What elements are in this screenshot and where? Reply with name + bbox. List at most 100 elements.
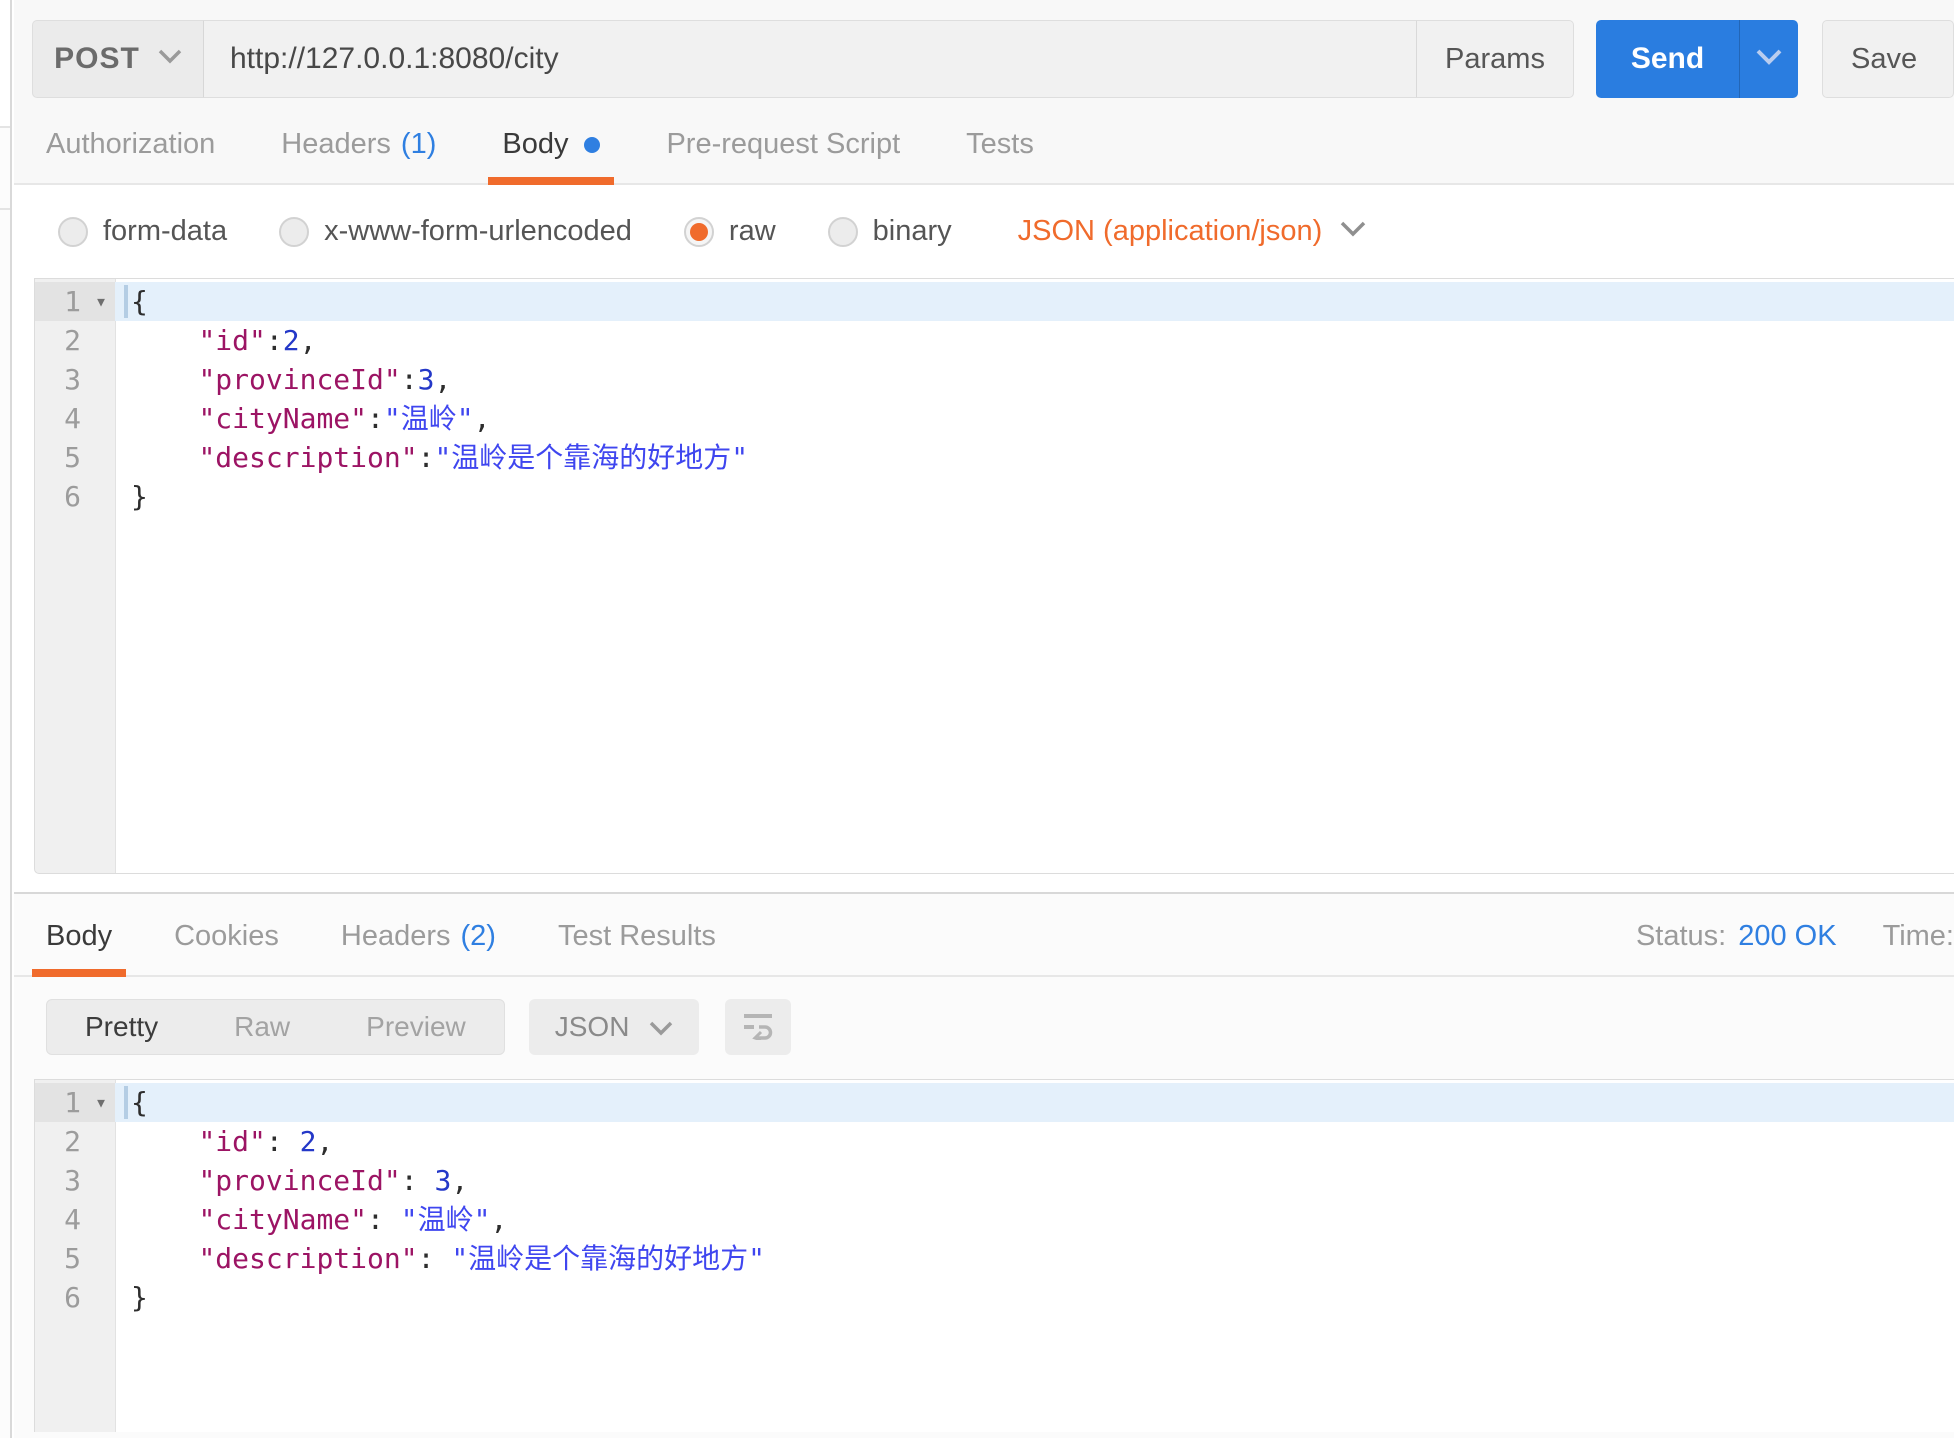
view-raw-button[interactable]: Raw: [196, 1000, 328, 1054]
line-number: 2: [35, 321, 115, 360]
code-line: 1▾{: [35, 1083, 1954, 1122]
content-type-label: JSON (application/json): [1018, 215, 1323, 248]
collapsed-sidebar-edge: [0, 0, 12, 1438]
radio-label: form-data: [103, 215, 227, 248]
line-number: 3: [35, 1161, 115, 1200]
sidebar-edge-segment: [0, 128, 10, 210]
tab-label: Body: [502, 128, 568, 161]
code-line-content[interactable]: {: [115, 282, 1954, 321]
save-button[interactable]: Save: [1822, 20, 1954, 98]
code-line: 2 "id":2,: [35, 321, 1954, 360]
sidebar-edge-segment: [0, 0, 10, 128]
response-tab-test-results[interactable]: Test Results: [558, 920, 716, 975]
line-number: 6: [35, 1278, 115, 1317]
status-label: Status:: [1636, 920, 1726, 953]
code-line-content[interactable]: {: [115, 1083, 1954, 1122]
response-tab-body[interactable]: Body: [46, 920, 112, 975]
line-number: 2: [35, 1122, 115, 1161]
time-label: Time:: [1883, 920, 1954, 953]
code-line-content[interactable]: "provinceId":3,: [115, 360, 1954, 399]
response-panel: Body Cookies Headers (2) Test Results St…: [14, 894, 1954, 1438]
request-body-editor[interactable]: 1▾{2 "id":2,3 "provinceId":3,4 "cityName…: [34, 278, 1954, 874]
radio-selected-icon: [684, 217, 714, 247]
http-method-label: POST: [54, 42, 140, 76]
radio-icon: [279, 217, 309, 247]
chevron-down-icon: [1340, 221, 1366, 242]
radio-label: x-www-form-urlencoded: [324, 215, 632, 248]
http-method-select[interactable]: POST: [32, 20, 204, 98]
code-line-content[interactable]: }: [115, 477, 1954, 516]
response-language-label: JSON: [555, 1011, 630, 1043]
response-language-select[interactable]: JSON: [529, 999, 700, 1055]
response-view-toolbar: Pretty Raw Preview JSON: [14, 977, 1954, 1079]
body-type-selector: form-data x-www-form-urlencoded raw bina…: [14, 185, 1954, 278]
send-button-label[interactable]: Send: [1596, 20, 1740, 98]
fold-toggle-icon[interactable]: ▾: [95, 282, 107, 321]
app-window: POST Params Send: [0, 0, 1954, 1438]
send-button[interactable]: Send: [1596, 20, 1798, 98]
tab-body[interactable]: Body: [502, 128, 600, 183]
chevron-down-icon: [158, 49, 182, 69]
word-wrap-button[interactable]: [725, 999, 791, 1055]
content-type-select[interactable]: JSON (application/json): [1018, 215, 1367, 248]
line-number: 1▾: [35, 282, 115, 321]
tab-label: Pre-request Script: [666, 128, 900, 161]
tab-label: Headers: [341, 920, 451, 953]
params-button-label: Params: [1445, 43, 1545, 76]
code-line-content[interactable]: "cityName":"温岭",: [115, 399, 1954, 438]
body-mode-x-www-form-urlencoded[interactable]: x-www-form-urlencoded: [279, 215, 632, 248]
send-options-caret[interactable]: [1740, 20, 1798, 98]
code-line: 3 "provinceId":3,: [35, 360, 1954, 399]
view-pretty-button[interactable]: Pretty: [47, 1000, 196, 1054]
request-url-row: POST Params Send: [32, 20, 1954, 98]
response-tab-headers[interactable]: Headers (2): [341, 920, 496, 975]
code-line-content[interactable]: "description": "温岭是个靠海的好地方": [115, 1239, 1954, 1278]
tab-label: Test Results: [558, 920, 716, 953]
response-tabs: Body Cookies Headers (2) Test Results St…: [14, 894, 1954, 977]
radio-icon: [828, 217, 858, 247]
code-line-content[interactable]: "provinceId": 3,: [115, 1161, 1954, 1200]
radio-label: raw: [729, 215, 776, 248]
response-body-editor[interactable]: 1▾{2 "id": 2,3 "provinceId": 3,4 "cityNa…: [34, 1079, 1954, 1432]
code-line: 1▾{: [35, 282, 1954, 321]
request-tabs: Authorization Headers (1) Body Pre-reque…: [14, 98, 1954, 185]
tab-label: Authorization: [46, 128, 215, 161]
chevron-down-icon: [1756, 49, 1782, 70]
tab-authorization[interactable]: Authorization: [46, 128, 215, 183]
radio-label: binary: [873, 215, 952, 248]
tab-tests[interactable]: Tests: [966, 128, 1034, 183]
fold-toggle-icon[interactable]: ▾: [95, 1083, 107, 1122]
body-mode-raw[interactable]: raw: [684, 215, 776, 248]
code-line-content[interactable]: }: [115, 1278, 1954, 1317]
code-line: 5 "description":"温岭是个靠海的好地方": [35, 438, 1954, 477]
view-preview-button[interactable]: Preview: [328, 1000, 504, 1054]
status-value: 200 OK: [1738, 920, 1836, 953]
params-button[interactable]: Params: [1416, 20, 1574, 98]
code-line-content[interactable]: "description":"温岭是个靠海的好地方": [115, 438, 1954, 477]
word-wrap-icon: [741, 1010, 775, 1045]
code-line-content[interactable]: "id":2,: [115, 321, 1954, 360]
line-number: 5: [35, 1239, 115, 1278]
line-number: 5: [35, 438, 115, 477]
code-line: 5 "description": "温岭是个靠海的好地方": [35, 1239, 1954, 1278]
request-header: POST Params Send: [14, 0, 1954, 185]
response-tab-cookies[interactable]: Cookies: [174, 920, 279, 975]
code-line: 6}: [35, 1278, 1954, 1317]
body-mode-form-data[interactable]: form-data: [58, 215, 227, 248]
code-line: 4 "cityName":"温岭",: [35, 399, 1954, 438]
line-number: 1▾: [35, 1083, 115, 1122]
code-line-content[interactable]: "id": 2,: [115, 1122, 1954, 1161]
tab-count-badge: (1): [401, 128, 436, 161]
code-line: 6}: [35, 477, 1954, 516]
tab-headers[interactable]: Headers (1): [281, 128, 436, 183]
body-mode-binary[interactable]: binary: [828, 215, 952, 248]
line-number: 6: [35, 477, 115, 516]
request-response-panel: POST Params Send: [14, 0, 1954, 1438]
tab-pre-request-script[interactable]: Pre-request Script: [666, 128, 900, 183]
tab-count-badge: (2): [461, 920, 496, 953]
radio-icon: [58, 217, 88, 247]
url-input[interactable]: [204, 20, 1416, 98]
tab-label: Headers: [281, 128, 391, 161]
tab-label: Cookies: [174, 920, 279, 953]
code-line-content[interactable]: "cityName": "温岭",: [115, 1200, 1954, 1239]
